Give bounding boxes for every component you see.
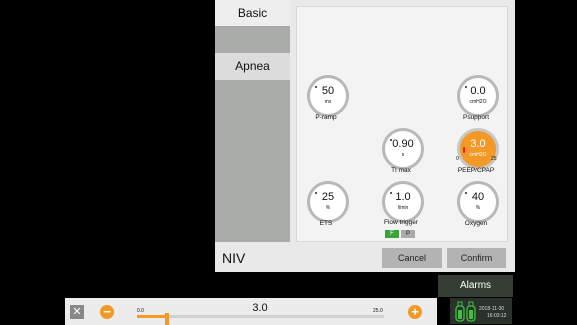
date: 2018-11-30 [479, 306, 505, 312]
tab-bar: Basic Apnea [215, 0, 290, 242]
plus-icon[interactable]: + [408, 305, 422, 319]
psupport-knob[interactable]: 0.0 cmH2O [457, 75, 499, 117]
confirm-button[interactable]: Confirm [447, 248, 506, 268]
knob-unit: % [325, 205, 331, 211]
flow-trigger-knob[interactable]: 1.0 l/min [382, 181, 424, 223]
datetime: 2018-11-30 16:03:12 [479, 306, 506, 320]
knob-value: 40 [471, 191, 485, 203]
ets-knob[interactable]: 25 % [307, 181, 349, 223]
alarms-button[interactable]: Alarms [438, 275, 513, 297]
knob-label: Flow trigger [384, 219, 418, 226]
knob-value: 25 [321, 191, 335, 203]
slider-value: 3.0 [252, 302, 268, 314]
minus-icon[interactable]: − [100, 305, 114, 319]
knob-value: 1.0 [395, 191, 411, 203]
tab-basic[interactable]: Basic [215, 0, 290, 26]
range-min: 0 [456, 156, 459, 162]
time: 16:03:12 [487, 313, 507, 319]
knob-unit: % [475, 205, 481, 211]
range-max: 25 [491, 156, 497, 162]
gas-cylinder-icon [455, 301, 476, 322]
slider-min: 0.0 [137, 308, 144, 314]
flow-trigger-f-toggle[interactable]: F [385, 230, 399, 238]
slider-thumb[interactable] [165, 313, 169, 325]
slider-fill [137, 315, 167, 318]
knob-unit: l/min [397, 205, 409, 211]
peep-cpap-knob[interactable]: 3.0 cmH2O [457, 128, 499, 170]
slider-track[interactable] [137, 315, 384, 318]
knob-label: Psupport [462, 114, 490, 121]
knob-label: TI max [391, 167, 411, 174]
knob-unit: s [401, 152, 405, 158]
p-ramp-knob[interactable]: 50 ms [307, 75, 349, 117]
oxygen-knob[interactable]: 40 % [457, 181, 499, 223]
cancel-button[interactable]: Cancel [382, 248, 442, 268]
knob-label: PEEP/CPAP [457, 167, 495, 174]
knob-label: Oxygen [464, 220, 488, 227]
tab-apnea[interactable]: Apnea [215, 53, 290, 80]
knob-value: 0.0 [470, 85, 486, 97]
slider-max: 25.0 [373, 308, 383, 314]
ti-max-knob[interactable]: 0.90 s [382, 128, 424, 170]
mode-label: NIV [222, 250, 246, 266]
knob-value: 0.90 [392, 138, 414, 150]
knob-label: ETS [319, 220, 333, 227]
knob-value: 3.0 [470, 138, 486, 150]
knob-unit: ms [324, 99, 332, 105]
close-icon[interactable]: ✕ [70, 305, 84, 319]
knob-unit: cmH2O [469, 99, 487, 105]
knob-label: P-ramp [315, 114, 337, 121]
knob-value: 50 [321, 85, 335, 97]
tab-empty [215, 26, 290, 53]
pressure-trigger-p-toggle[interactable]: P [401, 230, 415, 238]
